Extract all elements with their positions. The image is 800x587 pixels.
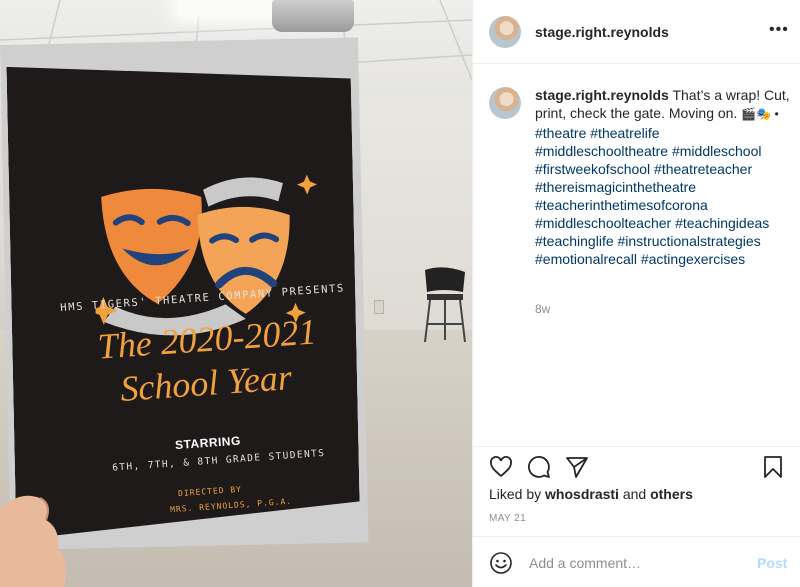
emoji-icon[interactable] [489,551,513,575]
hashtag-line[interactable]: #firstweekofschool #theatreteacher [535,160,791,178]
post-header: stage.right.reynolds ••• [473,0,800,64]
hashtag-line[interactable]: #teacherinthetimesofcorona [535,196,791,214]
caption-body: stage.right.reynolds That’s a wrap! Cut,… [535,86,791,268]
post-side-panel: stage.right.reynolds ••• stage.right.rey… [472,0,800,587]
heart-icon[interactable] [489,455,513,479]
hashtag-list: #theatre #theatrelife #middleschooltheat… [535,124,791,268]
hashtag-line[interactable]: #thereismagicinthetheatre [535,178,791,196]
caption-time-ago[interactable]: 8w [535,302,550,316]
projector [272,0,354,32]
post-comment-button[interactable]: Post [757,555,787,571]
likes-summary: Liked by whosdrasti and others [489,486,693,502]
hashtag-line[interactable]: #emotionalrecall #actingexercises [535,250,791,268]
hand [0,495,66,587]
likes-prefix: Liked by [489,486,542,502]
share-icon[interactable] [565,455,589,479]
username-link[interactable]: stage.right.reynolds [535,24,669,40]
post-date[interactable]: MAY 21 [489,513,526,524]
caption-emojis: 🎬🎭 • [741,107,779,121]
more-options-icon[interactable]: ••• [769,21,789,39]
comment-input[interactable] [527,549,741,577]
likes-others-link[interactable]: others [650,486,693,502]
wall-outlet [374,300,384,314]
hashtag-line[interactable]: #theatre #theatrelife [535,124,791,142]
comment-icon[interactable] [527,455,551,479]
liked-by-user-link[interactable]: whosdrasti [545,486,619,502]
likes-and: and [622,486,647,502]
hashtag-line[interactable]: #middleschoolteacher #teachingideas [535,214,791,232]
stool-chair [424,267,466,342]
caption-username-link[interactable]: stage.right.reynolds [535,87,669,103]
post-photo[interactable]: HMS TIGERS' THEATRE COMPANY PRESENTS The… [0,0,472,587]
comment-bar: Post [473,536,800,587]
instagram-post: HMS TIGERS' THEATRE COMPANY PRESENTS The… [0,0,800,587]
bookmark-icon[interactable] [761,455,785,479]
hashtag-line[interactable]: #teachinglife #instructionalstrategies [535,232,791,250]
hashtag-line[interactable]: #middleschooltheatre #middleschool [535,142,791,160]
action-bar [473,446,800,486]
caption-avatar[interactable] [489,87,521,119]
avatar[interactable] [489,16,521,48]
